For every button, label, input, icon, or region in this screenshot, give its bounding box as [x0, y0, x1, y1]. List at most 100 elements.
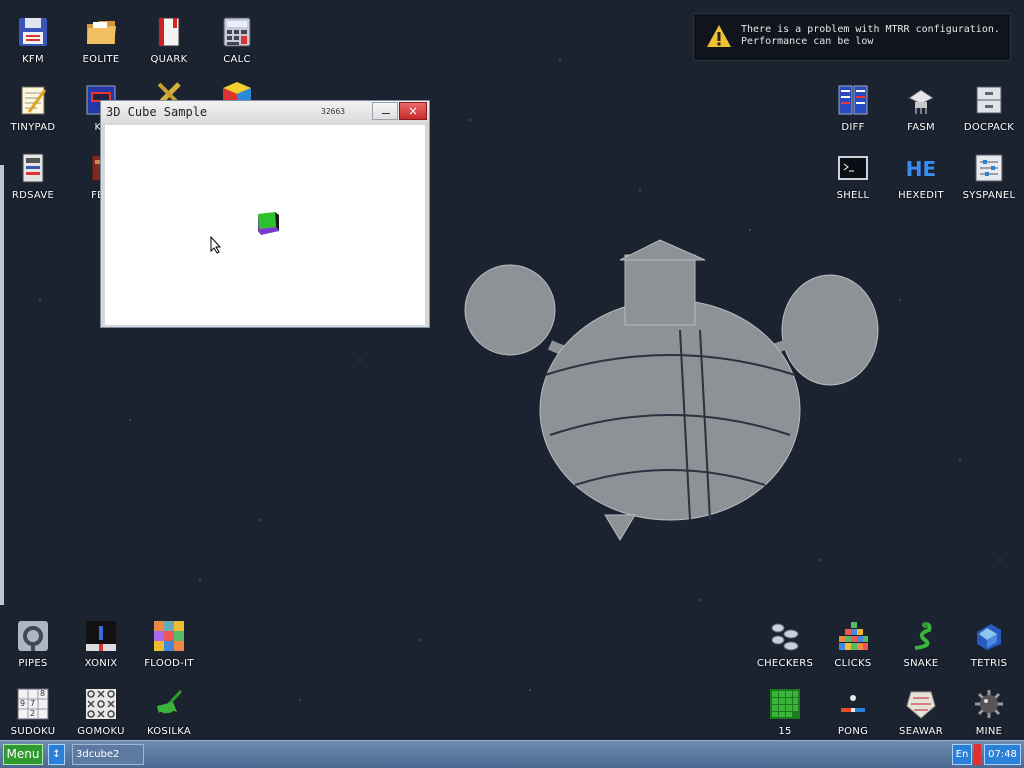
desktop-icon-hexedit[interactable]: HE HEXEDIT [889, 144, 953, 208]
desktop-icon-gomoku[interactable]: GOMOKU [69, 680, 133, 740]
clicks-icon [839, 622, 868, 650]
icon-label: FLOOD-IT [144, 658, 194, 669]
desktop-icon-tinypad[interactable]: TINYPAD [1, 76, 65, 140]
gomoku-icon [86, 689, 116, 719]
taskbar: Menu ↕ 3dcube2 En 07:48 [0, 740, 1024, 768]
icon-label: SUDOKU [10, 726, 56, 737]
desktop[interactable]: KFM EOLITE QUARK CALC TINYPAD RDSAVE DIF… [0, 0, 1024, 740]
syspanel-icon [975, 154, 1003, 182]
icon-label: SHELL [836, 190, 870, 201]
desktop-icon-xonix[interactable]: XONIX [69, 612, 133, 676]
icon-label: SEAWAR [899, 726, 943, 737]
icon-label: CHECKERS [756, 658, 814, 669]
icon-label: RDSAVE [11, 190, 55, 201]
window-canvas[interactable] [105, 125, 425, 325]
desktop-icon-kosilka[interactable]: KOSILKA [137, 680, 201, 740]
terminal-icon [838, 156, 868, 180]
icon-label: EOLITE [82, 54, 120, 65]
desktop-icon-docpack[interactable]: DOCPACK [957, 76, 1021, 140]
icon-label: CLICKS [834, 658, 872, 669]
fasm-icon [908, 89, 934, 114]
icon-label: TETRIS [970, 658, 1008, 669]
menu-button[interactable]: Menu [3, 744, 43, 765]
desktop-icon-shell[interactable]: SHELL [821, 144, 885, 208]
desktop-icon-diff[interactable]: DIFF [821, 76, 885, 140]
snake-icon [914, 622, 932, 650]
window-title: 3D Cube Sample [106, 105, 208, 119]
icon-label: KFM [22, 54, 44, 65]
desktop-icon-clicks[interactable]: CLICKS [821, 612, 885, 676]
icon-label: XONIX [84, 658, 118, 669]
icon-label: 15 [778, 726, 792, 737]
desktop-icon-pong[interactable]: PONG [821, 680, 885, 740]
notepad-icon [21, 86, 47, 115]
xonix-icon [86, 621, 116, 651]
seawar-icon [906, 691, 936, 719]
svg-text:9: 9 [20, 699, 25, 708]
svg-text:7: 7 [30, 699, 35, 708]
desktop-icon-eolite[interactable]: EOLITE [69, 8, 133, 72]
rdsave-icon [22, 153, 44, 183]
docpack-icon [976, 86, 1002, 114]
treehouse-planet-wallpaper [464, 239, 879, 541]
icon-label: DOCPACK [963, 122, 1015, 133]
icon-label: SNAKE [903, 658, 939, 669]
icon-label: QUARK [150, 54, 188, 65]
desktop-icon-snake[interactable]: SNAKE [889, 612, 953, 676]
close-button[interactable]: × [399, 102, 427, 120]
sudoku-icon: 8 9 72 [17, 688, 49, 720]
diff-icon [838, 85, 868, 115]
pong-icon [841, 695, 865, 712]
3d-cube-sample-window[interactable]: 3D Cube Sample 32663 × [100, 100, 430, 328]
minimize-button[interactable] [372, 102, 398, 120]
desktop-icon-rdsave[interactable]: RDSAVE [1, 144, 65, 208]
desktop-icon-sudoku[interactable]: 8 972 SUDOKU [1, 680, 65, 740]
icon-label: GOMOKU [77, 726, 125, 737]
mtrr-warning-notification[interactable]: There is a problem with MTRR configurati… [693, 13, 1011, 61]
mine-icon [975, 690, 1003, 718]
rotating-cube [258, 212, 279, 235]
fps-counter: 32663 [321, 107, 346, 116]
mouse-cursor-icon [210, 236, 222, 254]
desktop-icon-mine[interactable]: MINE [957, 680, 1021, 740]
window-titlebar[interactable]: 3D Cube Sample 32663 × [101, 101, 429, 123]
desktop-icon-pipes[interactable]: PIPES [1, 612, 65, 676]
close-icon: × [407, 104, 419, 118]
desktop-icon-fasm[interactable]: FASM [889, 76, 953, 140]
desktop-icon-kfm[interactable]: KFM [1, 8, 65, 72]
desktop-icon-tetris[interactable]: TETRIS [957, 612, 1021, 676]
left-panel-edge [0, 165, 4, 605]
flood-it-icon [154, 621, 184, 651]
icon-label: SYSPANEL [962, 190, 1016, 201]
desktop-icon-calc[interactable]: CALC [205, 8, 269, 72]
taskbar-item-3dcube2[interactable]: 3dcube2 [72, 744, 144, 765]
icon-label: PONG [837, 726, 869, 737]
clock[interactable]: 07:48 [984, 744, 1021, 765]
notebook-icon [158, 17, 180, 47]
minimize-icon [382, 113, 390, 114]
desktop-icon-flood-it[interactable]: FLOOD-IT [137, 612, 201, 676]
icon-label: TINYPAD [10, 122, 56, 133]
folder-icon [87, 21, 116, 44]
desktop-icon-quark[interactable]: QUARK [137, 8, 201, 72]
svg-text:2: 2 [30, 709, 35, 718]
desktop-icon-syspanel[interactable]: SYSPANEL [957, 144, 1021, 208]
svg-text:8: 8 [40, 689, 45, 698]
notification-line2: Performance can be low [741, 36, 874, 47]
desktop-icon-checkers[interactable]: CHECKERS [753, 612, 817, 676]
checkers-icon [771, 623, 799, 651]
icon-label: FASM [907, 122, 935, 133]
pipes-icon [18, 621, 48, 651]
desktop-icon-rubik[interactable] [205, 70, 269, 108]
fifteen-puzzle-icon [770, 689, 800, 719]
tetris-icon [977, 624, 1001, 650]
window-switch-button[interactable]: ↕ [48, 744, 65, 765]
warning-icon [707, 25, 731, 47]
desktop-icon-draw[interactable] [137, 70, 201, 106]
icon-label: PIPES [18, 658, 48, 669]
language-indicator[interactable]: En [952, 744, 972, 765]
icon-label: KOSILKA [146, 726, 192, 737]
desktop-icon-seawar[interactable]: SEAWAR [889, 680, 953, 740]
tray-indicator[interactable] [974, 744, 981, 765]
desktop-icon-15[interactable]: 15 [753, 680, 817, 740]
